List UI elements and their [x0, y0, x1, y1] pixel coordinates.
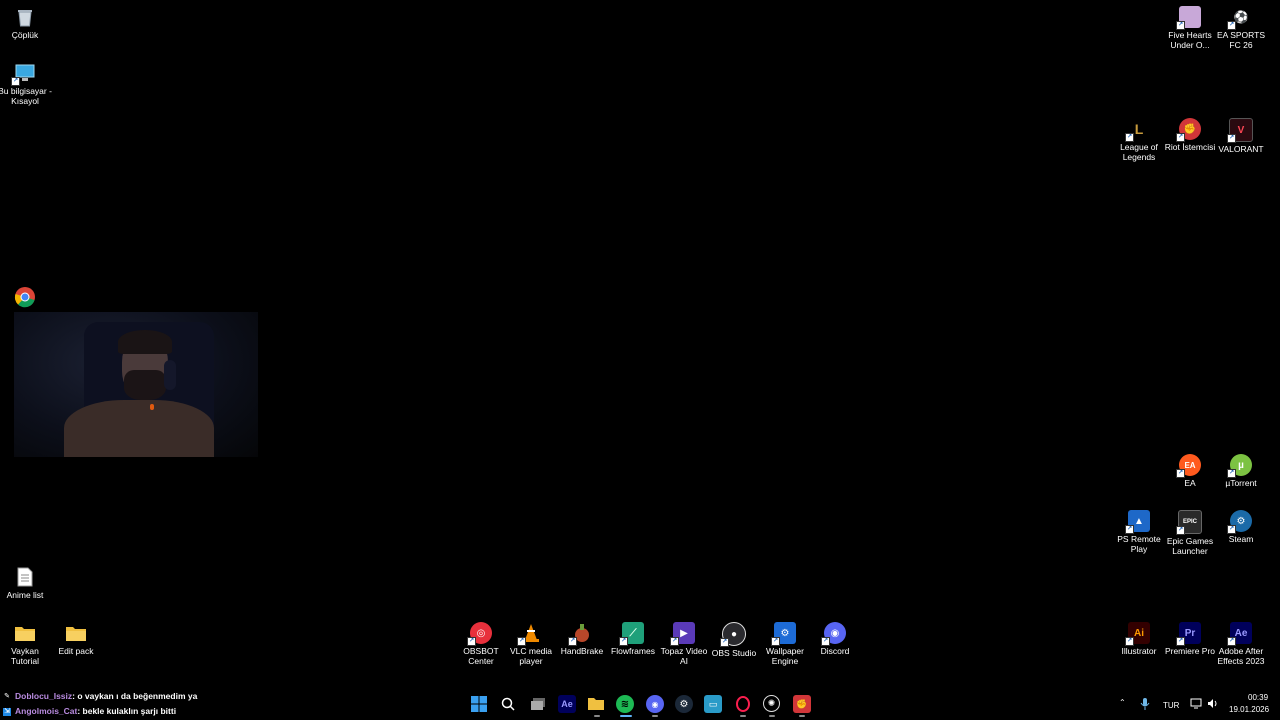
chat-message: ✎ Doblocu_Issiz : o vaykan ı da beğenmed… — [0, 689, 197, 704]
desktop-icon-premiere[interactable]: Pr ↗ Premiere Pro — [1162, 618, 1218, 656]
desktop-icon-handbrake[interactable]: ↗ HandBrake — [554, 618, 610, 656]
desktop-icon-this-pc[interactable]: ↗ Bu bilgisayar - Kısayol — [0, 58, 53, 106]
chrome-icon — [14, 286, 36, 308]
utorrent-icon: µ ↗ — [1227, 454, 1252, 478]
clock-date[interactable]: 19.01.2026 — [1229, 705, 1269, 714]
after-effects-icon[interactable]: Ae — [558, 695, 576, 713]
webcam-overlay — [14, 312, 258, 457]
folder-icon — [65, 622, 87, 644]
vlc-cone-icon: ↗ — [517, 622, 542, 646]
chat-badge-icon: ⇲ — [3, 707, 11, 716]
lol-icon: L ↗ — [1125, 121, 1144, 142]
ea-fc-icon: ⚽ ↗ — [1227, 10, 1249, 30]
remote-desktop-icon[interactable]: ▭ — [704, 695, 722, 713]
desktop-icon-valorant[interactable]: V ↗ VALORANT — [1213, 114, 1269, 154]
chat-text: : bekle kulaklın şarjı bitti — [77, 706, 177, 716]
steam-icon: ⚙ ↗ — [1227, 510, 1252, 534]
search-icon[interactable] — [499, 695, 517, 713]
desktop-icon-five-hearts[interactable]: ↗ Five Hearts Under O... — [1162, 2, 1218, 50]
discord-icon: ◉ ↗ — [821, 622, 846, 646]
desktop-icon-riot[interactable]: ✊ ↗ Riot İstemcisi — [1162, 114, 1218, 152]
openai-icon[interactable]: ✺ — [763, 695, 780, 712]
taskbar-indicator-active — [620, 715, 632, 717]
steam-icon[interactable]: ⚙ — [675, 695, 693, 713]
task-view-icon[interactable] — [529, 695, 547, 713]
handbrake-icon: ↗ — [568, 622, 593, 646]
windows-start-icon[interactable] — [470, 695, 488, 713]
obsbot-icon: ◎ ↗ — [467, 622, 492, 646]
premiere-icon: Pr ↗ — [1176, 622, 1201, 646]
chat-username: Angolmois_Cat — [15, 706, 78, 716]
desktop-icon-lol[interactable]: L ↗ League of Legends — [1111, 114, 1167, 162]
taskbar-indicator — [769, 715, 775, 717]
topaz-icon: ▶ ↗ — [670, 622, 695, 646]
desktop-icon-obsbot[interactable]: ◎ ↗ OBSBOT Center — [453, 618, 509, 666]
desktop-icon-ea-fc[interactable]: ⚽ ↗ EA SPORTS FC 26 — [1213, 2, 1269, 50]
computer-icon: ↗ — [11, 62, 36, 86]
language-indicator[interactable]: TUR — [1163, 701, 1179, 710]
text-file-icon — [14, 566, 36, 588]
volume-icon[interactable] — [1207, 698, 1219, 711]
desktop-icon-vlc[interactable]: ↗ VLC media player — [503, 618, 559, 666]
opera-gx-icon[interactable] — [734, 695, 752, 713]
chevron-up-icon[interactable]: ⌃ — [1119, 698, 1126, 707]
taskbar-indicator — [740, 715, 746, 717]
chat-username: Doblocu_Issiz — [15, 691, 73, 701]
recycle-bin-icon — [14, 6, 36, 28]
desktop-icon-topaz[interactable]: ▶ ↗ Topaz Video AI — [656, 618, 712, 666]
desktop-icon-steam[interactable]: ⚙ ↗ Steam — [1213, 506, 1269, 544]
taskbar-indicator — [652, 715, 658, 717]
valorant-icon: V ↗ — [1227, 118, 1253, 143]
desktop-icon-ea[interactable]: EA ↗ EA — [1162, 450, 1218, 488]
riot-icon[interactable]: ✊ — [793, 695, 811, 713]
desktop-icon-flowframes[interactable]: ⟋ ↗ Flowframes — [605, 618, 661, 656]
folder-icon — [14, 622, 36, 644]
desktop-icon-after-effects[interactable]: Ae ↗ Adobe After Effects 2023 — [1213, 618, 1269, 666]
wallpaper-engine-icon: ⚙ ↗ — [771, 622, 796, 646]
epic-icon: EPIC ↗ — [1176, 510, 1202, 535]
folder-icon[interactable] — [587, 695, 605, 713]
desktop-icon-obs[interactable]: ● ↗ OBS Studio — [706, 618, 762, 658]
chat-badge-icon: ✎ — [4, 693, 10, 700]
taskbar-indicator — [799, 715, 805, 717]
desktop-icon-epic[interactable]: EPIC ↗ Epic Games Launcher — [1162, 506, 1218, 556]
desktop-icon-vaykan-tutorial[interactable]: Vaykan Tutorial — [0, 618, 53, 666]
desktop-icon-recycle-bin[interactable]: Çöplük — [0, 2, 53, 40]
spotify-icon[interactable]: ≋ — [616, 695, 634, 713]
network-icon[interactable] — [1190, 698, 1202, 711]
taskbar-indicator — [594, 715, 600, 717]
riot-icon: ✊ ↗ — [1176, 118, 1201, 142]
chat-message: ⇲ Angolmois_Cat : bekle kulaklın şarjı b… — [0, 704, 197, 719]
chat-text: : o vaykan ı da beğenmedim ya — [72, 691, 198, 701]
desktop-icon-wallpaper-engine[interactable]: ⚙ ↗ Wallpaper Engine — [757, 618, 813, 666]
chat-overlay: ✎ Doblocu_Issiz : o vaykan ı da beğenmed… — [0, 689, 197, 719]
obs-icon: ● ↗ — [720, 622, 746, 647]
desktop-icon-utorrent[interactable]: µ ↗ µTorrent — [1213, 450, 1269, 488]
desktop-icon-anime-list[interactable]: Anime list — [0, 562, 53, 600]
desktop-icon-discord[interactable]: ◉ ↗ Discord — [807, 618, 863, 656]
ea-icon: EA ↗ — [1176, 454, 1201, 478]
clock-time[interactable]: 00:39 — [1248, 693, 1268, 702]
desktop-icon-illustrator[interactable]: Ai ↗ Illustrator — [1111, 618, 1167, 656]
ps-remote-icon: ▲ ↗ — [1125, 510, 1150, 534]
desktop-icon-ps-remote[interactable]: ▲ ↗ PS Remote Play — [1111, 506, 1167, 554]
game-cover-icon: ↗ — [1176, 6, 1201, 30]
desktop-icon-chrome[interactable] — [0, 282, 53, 310]
flowframes-icon: ⟋ ↗ — [619, 622, 644, 646]
desktop-icon-edit-pack[interactable]: Edit pack — [48, 618, 104, 656]
illustrator-icon: Ai ↗ — [1125, 622, 1150, 646]
discord-icon[interactable]: ◉ — [646, 695, 664, 713]
after-effects-icon: Ae ↗ — [1227, 622, 1252, 646]
microphone-icon[interactable] — [1140, 697, 1150, 713]
